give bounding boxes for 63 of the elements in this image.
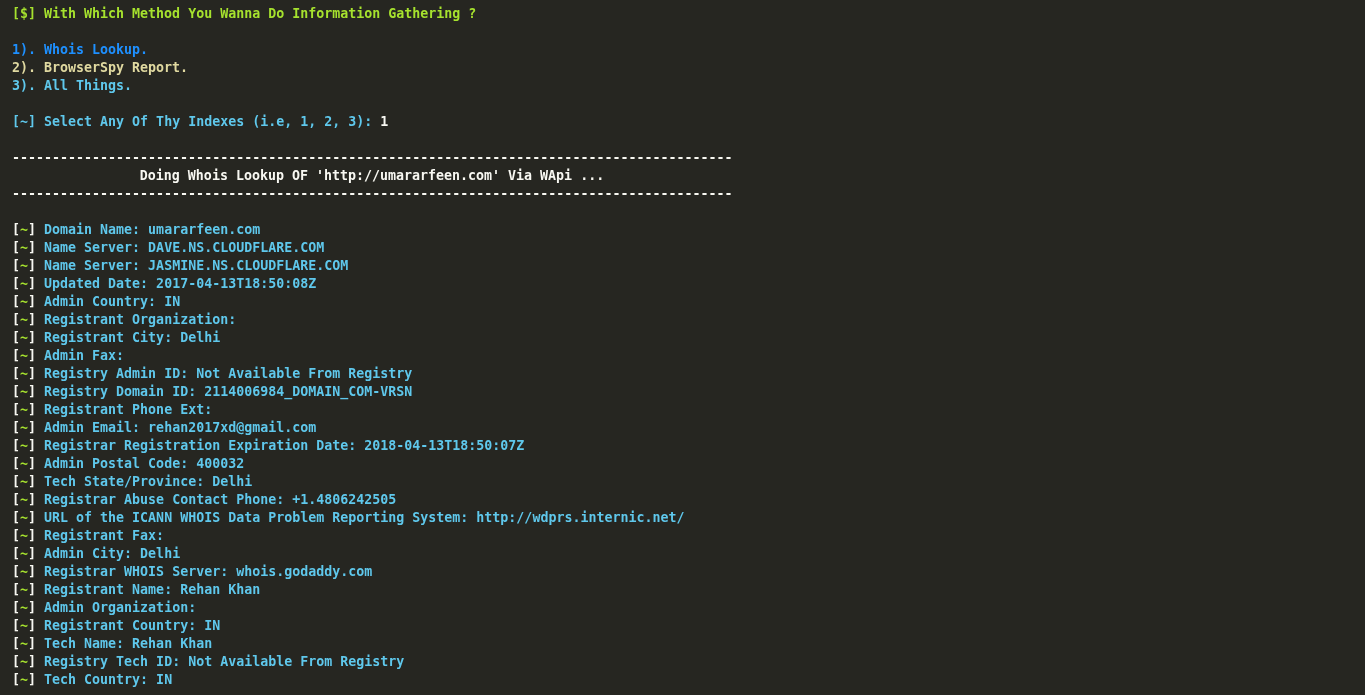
- prompt-marker: [~]: [12, 401, 37, 419]
- prompt-marker: [~]: [12, 581, 37, 599]
- prompt-marker: [~]: [12, 221, 37, 239]
- menu-option: 2). BrowserSpy Report.: [12, 59, 189, 77]
- prompt-marker: [~]: [12, 114, 37, 129]
- whois-field: Admin Email: rehan2017xd@gmail.com: [44, 419, 317, 437]
- prompt-marker: [~]: [12, 671, 37, 689]
- whois-field: Registry Tech ID: Not Available From Registry: [44, 653, 405, 671]
- prompt-marker: [~]: [12, 419, 37, 437]
- prompt-marker: [~]: [12, 365, 37, 383]
- whois-field: Registrant City: Delhi: [44, 329, 221, 347]
- prompt-marker: [~]: [12, 653, 37, 671]
- whois-field: Admin Postal Code: 400032: [44, 455, 245, 473]
- whois-field: Registry Domain ID: 2114006984_DOMAIN_COM-VRSN: [44, 383, 413, 401]
- prompt-marker: [~]: [12, 509, 37, 527]
- whois-field: Updated Date: 2017-04-13T18:50:08Z: [44, 275, 317, 293]
- prompt-marker: [~]: [12, 239, 37, 257]
- whois-field: Admin Fax:: [44, 347, 125, 365]
- prompt-marker: [~]: [12, 437, 37, 455]
- banner-text: Doing Whois Lookup OF 'http://umararfeen.com' Via WApi ...: [139, 167, 605, 185]
- prompt-marker: [~]: [12, 491, 37, 509]
- select-prompt: Select Any Of Thy Indexes (i.e, 1, 2, 3):: [44, 113, 373, 131]
- prompt-marker: [~]: [12, 275, 37, 293]
- prompt-question: With Which Method You Wanna Do Information Gathering ?: [44, 5, 477, 23]
- prompt-marker: [~]: [12, 257, 37, 275]
- whois-field: Admin City: Delhi: [44, 545, 181, 563]
- whois-field: Name Server: JASMINE.NS.CLOUDFLARE.COM: [44, 257, 349, 275]
- whois-field: URL of the ICANN WHOIS Data Problem Reporting System: http://wdprs.internic.net/: [44, 509, 685, 527]
- whois-field: Registrant Phone Ext:: [44, 401, 213, 419]
- whois-field: Registrar Abuse Contact Phone: +1.4806242505: [44, 491, 397, 509]
- dashed-rule: ------------------------------------------------------------------------------------------: [12, 185, 732, 203]
- whois-field: Registry Admin ID: Not Available From Registry: [44, 365, 413, 383]
- prompt-marker: [~]: [12, 635, 37, 653]
- prompt-marker: [~]: [12, 455, 37, 473]
- prompt-marker: [~]: [12, 563, 37, 581]
- whois-field: Registrant Name: Rehan Khan: [44, 581, 261, 599]
- prompt-marker: [~]: [12, 293, 37, 311]
- prompt-marker: [~]: [12, 545, 37, 563]
- dashed-rule: ------------------------------------------------------------------------------------------: [12, 149, 732, 167]
- whois-field: Registrant Organization:: [44, 311, 237, 329]
- whois-field: Registrar WHOIS Server: whois.godaddy.com: [44, 563, 373, 581]
- whois-field: Registrar Registration Expiration Date: 2018-04-13T18:50:07Z: [44, 437, 525, 455]
- prompt-marker: [~]: [12, 383, 37, 401]
- whois-field: Admin Organization:: [44, 599, 197, 617]
- prompt-marker: [~]: [12, 311, 37, 329]
- prompt-marker: [~]: [12, 347, 37, 365]
- whois-field: Tech State/Province: Delhi: [44, 473, 253, 491]
- whois-field: Admin Country: IN: [44, 293, 181, 311]
- prompt-marker: [$]: [12, 5, 37, 23]
- prompt-marker: [~]: [12, 329, 37, 347]
- prompt-marker: [~]: [12, 527, 37, 545]
- input-value: 1: [380, 113, 389, 131]
- menu-option: 3). All Things.: [12, 77, 133, 95]
- whois-field: Registrant Country: IN: [44, 617, 221, 635]
- whois-field: Tech Name: Rehan Khan: [44, 635, 213, 653]
- prompt-marker: [~]: [12, 473, 37, 491]
- menu-option: 1). Whois Lookup.: [12, 41, 149, 59]
- prompt-marker: [~]: [12, 617, 37, 635]
- whois-field: Registrant Fax:: [44, 527, 165, 545]
- whois-field: Domain Name: umararfeen.com: [44, 221, 261, 239]
- whois-field: Tech Country: IN: [44, 671, 173, 689]
- whois-field: Name Server: DAVE.NS.CLOUDFLARE.COM: [44, 239, 325, 257]
- prompt-marker: [~]: [12, 599, 37, 617]
